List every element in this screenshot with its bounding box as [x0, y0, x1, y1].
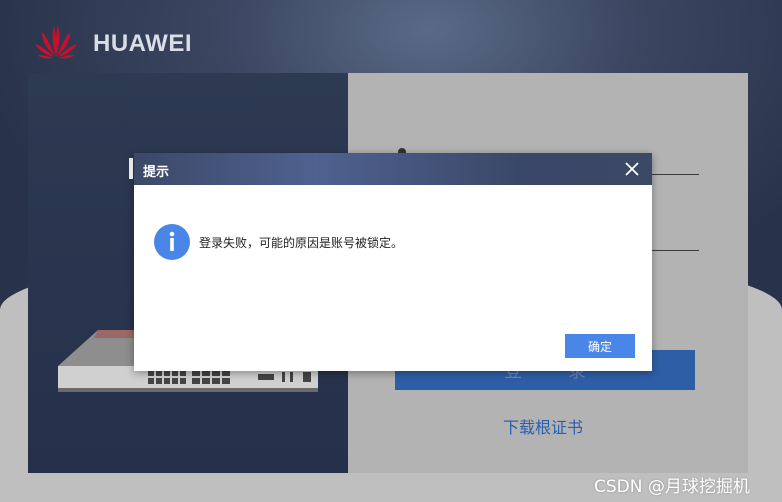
dialog-header: 提示 — [129, 153, 652, 185]
download-root-cert-link[interactable]: 下载根证书 — [503, 414, 583, 438]
dialog-title: 提示 — [143, 165, 170, 180]
ok-button[interactable]: 确定 — [565, 334, 635, 358]
info-icon — [154, 224, 190, 260]
watermark: CSDN @月球挖掘机 — [594, 477, 750, 497]
close-icon — [625, 162, 639, 176]
close-button[interactable] — [622, 159, 642, 179]
huawei-flower-logo-icon — [35, 26, 77, 59]
alert-dialog: 提示 登录失败，可能的原因是账号被锁定。 确定 — [129, 153, 652, 371]
brand-name: HUAWEI — [93, 30, 192, 57]
dialog-message: 登录失败，可能的原因是账号被锁定。 — [199, 236, 404, 250]
header-accent-bar — [129, 158, 133, 179]
